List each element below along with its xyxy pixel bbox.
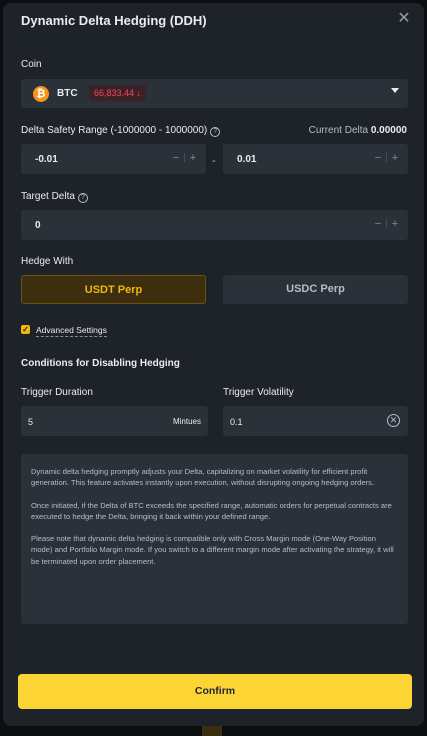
plus-icon[interactable]: + <box>390 218 400 230</box>
stepper-divider <box>386 153 387 162</box>
trigger-volatility-label: Trigger Volatility <box>223 387 294 398</box>
target-delta-value: 0 <box>35 220 41 231</box>
help-icon[interactable]: ? <box>210 127 221 137</box>
stepper-divider <box>184 153 185 162</box>
stepper-divider <box>386 219 387 228</box>
delta-max-value: 0.01 <box>237 154 257 165</box>
trigger-volatility-value: 0.1 <box>230 417 243 427</box>
caret-down-icon <box>391 88 399 93</box>
advanced-settings-label[interactable]: Advanced Settings <box>36 325 107 337</box>
coin-name: BTC <box>57 88 78 99</box>
delta-max-input[interactable]: 0.01 − + <box>223 144 408 174</box>
help-icon[interactable]: ? <box>77 193 88 203</box>
delta-max-stepper: − + <box>373 152 400 164</box>
trigger-duration-value: 5 <box>28 417 34 427</box>
minus-icon[interactable]: − <box>171 152 181 164</box>
advanced-settings-checkbox[interactable]: ✓ <box>21 325 30 334</box>
trigger-duration-unit: Mintues <box>172 417 201 426</box>
note-paragraph-1: Dynamic delta hedging promptly adjusts y… <box>31 467 375 488</box>
usdc-perp-button[interactable]: USDC Perp <box>223 275 408 304</box>
minus-icon[interactable]: − <box>373 152 383 164</box>
current-delta-value: 0.00000 <box>370 125 407 136</box>
clear-icon[interactable]: ✕ <box>387 414 400 427</box>
minus-icon[interactable]: − <box>373 218 383 230</box>
coin-select[interactable]: ₿ BTC 66,833.44 ↓ <box>21 79 408 108</box>
hedge-with-label: Hedge With <box>21 256 74 267</box>
delta-min-input[interactable]: -0.01 − + <box>21 144 206 174</box>
trigger-volatility-input[interactable]: 0.1 ✕ <box>223 406 408 436</box>
background-strip <box>202 726 222 736</box>
plus-icon[interactable]: + <box>390 152 400 164</box>
delta-min-value: -0.01 <box>35 154 58 165</box>
confirm-button[interactable]: Confirm <box>18 674 412 709</box>
trigger-duration-input[interactable]: 5 Mintues <box>21 406 208 436</box>
range-separator: - <box>212 155 216 167</box>
modal-title: Dynamic Delta Hedging (DDH) <box>21 13 207 28</box>
delta-range-label: Delta Safety Range (-1000000 - 1000000) <box>21 125 208 136</box>
delta-range-label-row: Delta Safety Range (-1000000 - 1000000)? <box>21 125 221 137</box>
conditions-title: Conditions for Disabling Hedging <box>21 358 180 369</box>
target-delta-label-row: Target Delta? <box>21 191 88 203</box>
ddh-modal: Dynamic Delta Hedging (DDH) ✕ Coin ₿ BTC… <box>3 3 424 726</box>
coin-price-badge: 66,833.44 ↓ <box>89 85 147 101</box>
close-icon[interactable]: ✕ <box>396 11 412 27</box>
plus-icon[interactable]: + <box>188 152 198 164</box>
usdt-perp-button[interactable]: USDT Perp <box>21 275 206 304</box>
delta-min-stepper: − + <box>171 152 198 164</box>
current-delta-row: Current Delta 0.00000 <box>309 125 407 136</box>
note-paragraph-3: Please note that dynamic delta hedging i… <box>31 534 394 566</box>
target-delta-label: Target Delta <box>21 191 75 202</box>
btc-coin-icon: ₿ <box>33 86 49 102</box>
trigger-duration-label: Trigger Duration <box>21 387 93 398</box>
screen-background: Dynamic Delta Hedging (DDH) ✕ Coin ₿ BTC… <box>0 0 427 736</box>
info-note: Dynamic delta hedging promptly adjusts y… <box>21 454 408 624</box>
target-delta-stepper: − + <box>373 218 400 230</box>
coin-label: Coin <box>21 59 42 70</box>
note-paragraph-2: Once initiated, if the Delta of BTC exce… <box>31 500 392 521</box>
current-delta-label: Current Delta <box>308 125 369 136</box>
target-delta-input[interactable]: 0 − + <box>21 210 408 240</box>
